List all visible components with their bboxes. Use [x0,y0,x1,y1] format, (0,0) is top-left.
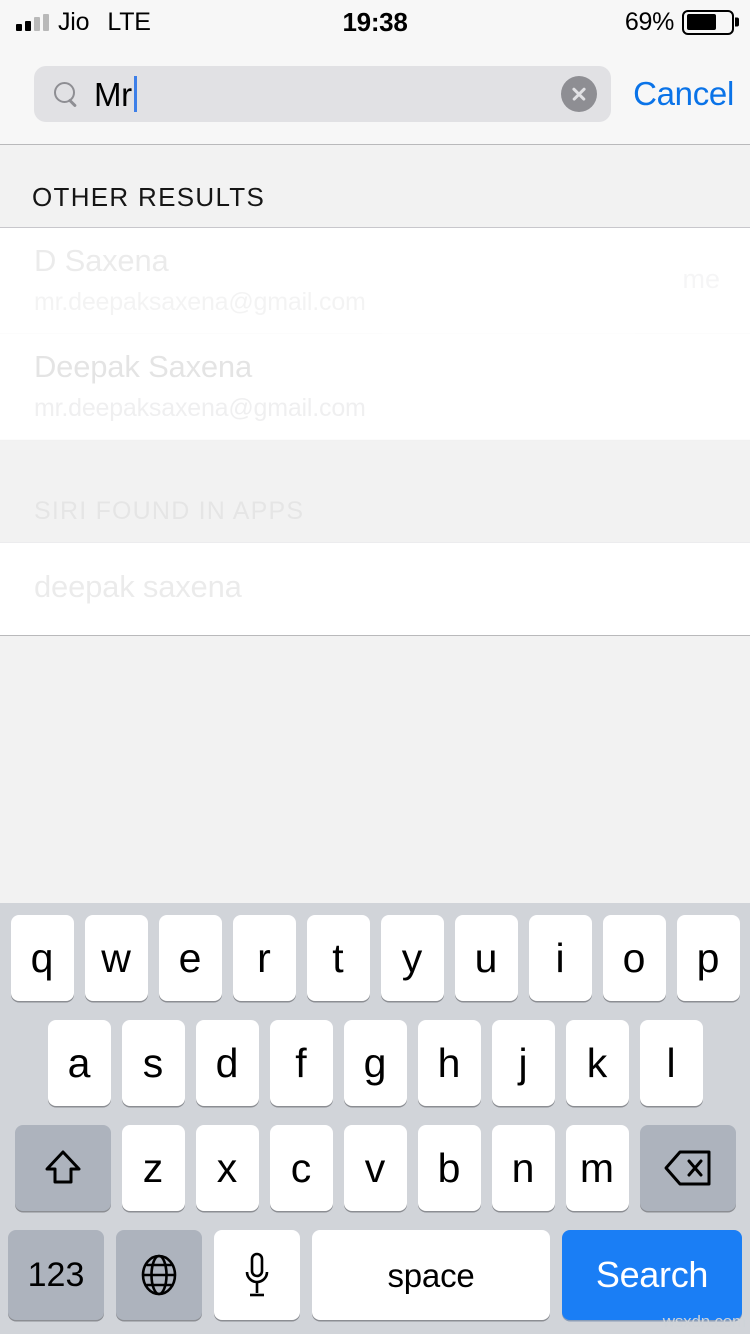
key-b[interactable]: b [417,1125,481,1211]
keyboard-row-2: asdfghjkl [0,1020,750,1106]
status-bar-left: Jio LTE [16,8,151,37]
result-text-block: Deepak Saxena mr.deepaksaxena@gmail.com [34,348,710,423]
battery-percent-label: 69% [624,7,674,36]
result-title: deepak saxena [34,568,242,604]
key-n[interactable]: n [491,1125,555,1211]
watermark: wsxdn.com [662,1312,746,1331]
key-g[interactable]: g [343,1020,407,1106]
status-bar-right: 69% [625,8,734,37]
list-item[interactable]: Deepak Saxena mr.deepaksaxena@gmail.com [0,334,750,440]
microphone-icon [245,1252,269,1297]
key-t[interactable]: t [306,915,370,1001]
keyboard-row-1: qwertyuiop [0,915,750,1001]
key-u[interactable]: u [454,915,518,1001]
key-f[interactable]: f [269,1020,333,1106]
search-icon [52,80,80,108]
keyboard-row-3: zxcvbnm [0,1125,750,1211]
result-title: D Saxena [34,243,169,278]
search-key[interactable]: Search [562,1230,742,1320]
key-m[interactable]: m [565,1125,629,1211]
key-a[interactable]: a [47,1020,111,1106]
result-badge: me [682,264,720,294]
key-s[interactable]: s [121,1020,185,1106]
dictation-key[interactable] [214,1230,300,1320]
cellular-signal-icon [16,13,49,31]
search-bar: Mr Cancel [0,44,750,145]
delete-backspace-icon [664,1150,710,1186]
key-e[interactable]: e [158,915,222,1001]
space-key[interactable]: space [312,1230,550,1320]
text-cursor [133,76,137,112]
status-bar: Jio LTE 19:38 69% [0,0,750,44]
key-c[interactable]: c [269,1125,333,1211]
section-header-siri-found-in-apps: SIRI FOUND IN APPS [0,439,750,542]
globe-key[interactable] [116,1230,202,1320]
section-header-other-results: OTHER RESULTS [0,145,750,227]
battery-icon [682,9,734,35]
list-item[interactable]: D Saxena mr.deepaksaxena@gmail.com me [0,228,750,334]
keyboard-row-4: 123 space Search [0,1230,750,1320]
key-i[interactable]: i [528,915,592,1001]
network-type-label: LTE [107,7,151,36]
search-results: OTHER RESULTS D Saxena mr.deepaksaxena@g… [0,145,750,636]
key-l[interactable]: l [639,1020,703,1106]
search-input-value: Mr [94,75,132,113]
key-h[interactable]: h [417,1020,481,1106]
delete-key[interactable] [639,1125,736,1211]
result-subtitle: mr.deepaksaxena@gmail.com [34,287,366,316]
shift-icon [45,1150,80,1184]
key-k[interactable]: k [565,1020,629,1106]
clear-text-button[interactable] [561,76,598,112]
key-q[interactable]: q [10,915,74,1001]
result-text-block: D Saxena mr.deepaksaxena@gmail.com [34,242,672,317]
other-results-list: D Saxena mr.deepaksaxena@gmail.com me De… [0,227,750,440]
result-subtitle: mr.deepaksaxena@gmail.com [34,393,366,422]
list-item[interactable]: deepak saxena [0,541,750,636]
globe-icon [141,1254,177,1296]
key-x[interactable]: x [195,1125,259,1211]
cancel-button[interactable]: Cancel [633,75,734,113]
numbers-key[interactable]: 123 [8,1230,104,1320]
key-p[interactable]: p [676,915,740,1001]
key-j[interactable]: j [491,1020,555,1106]
key-r[interactable]: r [232,915,296,1001]
carrier-label: Jio [58,7,90,36]
key-w[interactable]: w [84,915,148,1001]
shift-key[interactable] [14,1125,111,1211]
result-title: Deepak Saxena [34,348,253,384]
key-v[interactable]: v [343,1125,407,1211]
key-y[interactable]: y [380,915,444,1001]
key-z[interactable]: z [121,1125,185,1211]
search-input[interactable]: Mr [34,66,612,122]
key-o[interactable]: o [602,915,666,1001]
on-screen-keyboard: qwertyuiop asdfghjkl zxcvbnm 123 space S… [0,903,750,1334]
key-d[interactable]: d [195,1020,259,1106]
